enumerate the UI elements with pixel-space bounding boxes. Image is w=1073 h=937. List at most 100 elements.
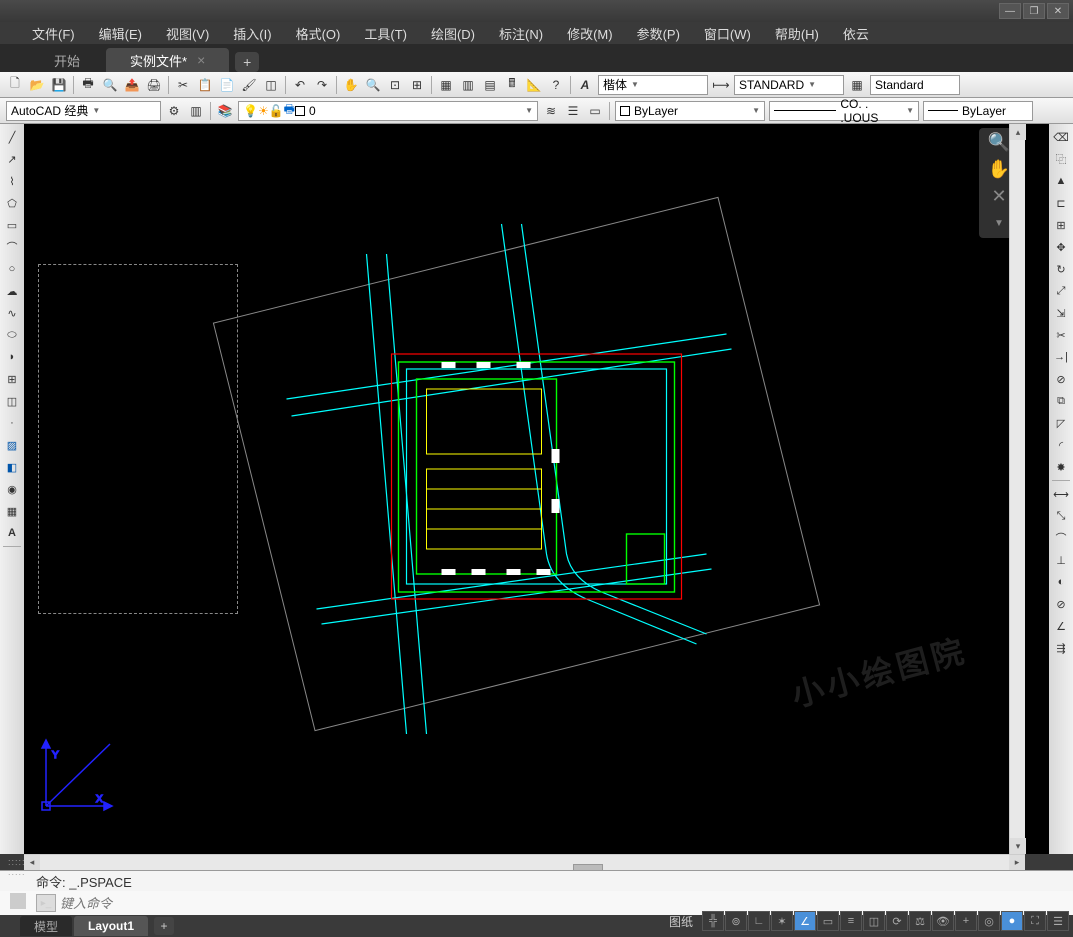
transparency-icon[interactable]: ◫ <box>863 911 885 931</box>
paper-space-label[interactable]: 图纸 <box>661 913 701 930</box>
copy-icon[interactable]: 📋 <box>195 75 215 95</box>
tab-start[interactable]: 开始 <box>30 48 104 72</box>
color-dropdown[interactable]: ByLayer ▼ <box>615 101 765 121</box>
menu-edit[interactable]: 编辑(E) <box>87 22 154 45</box>
array-icon[interactable]: ⊞ <box>1051 215 1071 235</box>
layer-manager-icon[interactable]: 📚 <box>215 101 235 121</box>
window-restore[interactable]: ❐ <box>1023 3 1045 19</box>
menu-file[interactable]: 文件(F) <box>20 22 87 45</box>
rotate-icon[interactable]: ↻ <box>1051 259 1071 279</box>
save-icon[interactable]: 💾 <box>49 75 69 95</box>
layer-prev-icon[interactable]: ≋ <box>541 101 561 121</box>
erase-icon[interactable]: ⌫ <box>1051 127 1071 147</box>
plot-icon[interactable]: 🖨 <box>144 75 164 95</box>
offset-icon[interactable]: ⊏ <box>1051 193 1071 213</box>
revcloud-icon[interactable]: ☁ <box>2 281 22 301</box>
layout1-tab[interactable]: Layout1 <box>74 916 148 936</box>
arc-icon[interactable]: ⌒ <box>2 237 22 257</box>
xline-icon[interactable]: ↗ <box>2 149 22 169</box>
gear-icon[interactable]: ⚙ <box>164 101 184 121</box>
menu-parametric[interactable]: 参数(P) <box>625 22 692 45</box>
polar-icon[interactable]: ✶ <box>771 911 793 931</box>
command-close-icon[interactable]: ✕ <box>10 893 26 909</box>
drawing-canvas[interactable]: 小小绘图院 Y X 🔍 ✋ ✕ ▼ ▴ ▾ <box>24 124 1049 854</box>
isolate-icon[interactable]: ◎ <box>978 911 1000 931</box>
ortho-icon[interactable]: ∟ <box>748 911 770 931</box>
stretch-icon[interactable]: ⇲ <box>1051 303 1071 323</box>
point-icon[interactable]: · <box>2 413 22 433</box>
block-icon[interactable]: ◫ <box>261 75 281 95</box>
dim-arc-icon[interactable]: ⌒ <box>1051 528 1071 548</box>
dim-quick-icon[interactable]: ⇶ <box>1051 638 1071 658</box>
gradient-icon[interactable]: ◧ <box>2 457 22 477</box>
tab-active-document[interactable]: 实例文件* × <box>106 48 229 72</box>
layer-state-icon[interactable]: ☰ <box>563 101 583 121</box>
polygon-icon[interactable]: ⬠ <box>2 193 22 213</box>
customize-icon[interactable]: ☰ <box>1047 911 1069 931</box>
osnap-icon[interactable]: ∠ <box>794 911 816 931</box>
dim-aligned-icon[interactable]: ⤡ <box>1051 506 1071 526</box>
layer-iso-icon[interactable]: ▭ <box>585 101 605 121</box>
dim-linear-icon[interactable]: ⟷ <box>1051 484 1071 504</box>
zoom-window-icon[interactable]: ⊡ <box>385 75 405 95</box>
window-close[interactable]: ✕ <box>1047 3 1069 19</box>
lineweight-dropdown[interactable]: ByLayer <box>923 101 1033 121</box>
linetype-dropdown[interactable]: CO. . .UOUS ▼ <box>769 101 919 121</box>
scale-icon[interactable]: ⤢ <box>1051 281 1071 301</box>
publish-icon[interactable]: 📤 <box>122 75 142 95</box>
markup-icon[interactable]: 📐 <box>524 75 544 95</box>
snap-toggle-icon[interactable]: ⊚ <box>725 911 747 931</box>
new-icon[interactable]: 🗋 <box>5 75 25 95</box>
text-style-icon[interactable]: A <box>575 75 595 95</box>
table-style-icon[interactable]: ▦ <box>847 75 867 95</box>
chamfer-icon[interactable]: ◸ <box>1051 413 1071 433</box>
menu-view[interactable]: 视图(V) <box>154 22 221 45</box>
scroll-right-icon[interactable]: ▸ <box>1009 855 1025 871</box>
dim-style-icon[interactable]: ⟼ <box>711 75 731 95</box>
menu-window[interactable]: 窗口(W) <box>692 22 763 45</box>
ellipse-arc-icon[interactable]: ◗ <box>2 347 22 367</box>
ellipse-icon[interactable]: ⬭ <box>2 325 22 345</box>
extend-icon[interactable]: →| <box>1051 347 1071 367</box>
menu-format[interactable]: 格式(O) <box>284 22 353 45</box>
clean-screen-icon[interactable]: ⛶ <box>1024 911 1046 931</box>
mtext-icon[interactable]: A <box>2 523 22 543</box>
spline-icon[interactable]: ∿ <box>2 303 22 323</box>
annot-scale-icon[interactable]: ⚖ <box>909 911 931 931</box>
dim-radius-icon[interactable]: ◐ <box>1051 572 1071 592</box>
pan-icon[interactable]: ✋ <box>341 75 361 95</box>
cycling-icon[interactable]: ⟳ <box>886 911 908 931</box>
dim-angular-icon[interactable]: ∠ <box>1051 616 1071 636</box>
scroll-left-icon[interactable]: ◂ <box>24 855 40 871</box>
lock-ui-icon[interactable]: + <box>955 911 977 931</box>
menu-draw[interactable]: 绘图(D) <box>419 22 487 45</box>
menu-insert[interactable]: 插入(I) <box>221 22 283 45</box>
tab-add-button[interactable]: + <box>235 52 259 72</box>
help-icon[interactable]: ? <box>546 75 566 95</box>
dim-dia-icon[interactable]: ⊘ <box>1051 594 1071 614</box>
block-make-icon[interactable]: ◫ <box>2 391 22 411</box>
redo-icon[interactable]: ↷ <box>312 75 332 95</box>
command-grip[interactable]: :::::::::: <box>8 857 26 877</box>
zoom-icon[interactable]: 🔍 <box>363 75 383 95</box>
rectangle-icon[interactable]: ▭ <box>2 215 22 235</box>
workspace-settings-icon[interactable]: ▥ <box>186 101 206 121</box>
paste-icon[interactable]: 📄 <box>217 75 237 95</box>
menu-modify[interactable]: 修改(M) <box>555 22 625 45</box>
region-icon[interactable]: ◉ <box>2 479 22 499</box>
tab-close-icon[interactable]: × <box>197 52 205 68</box>
pline-icon[interactable]: ⌇ <box>2 171 22 191</box>
hatch-icon[interactable]: ▨ <box>2 435 22 455</box>
menu-dimension[interactable]: 标注(N) <box>487 22 555 45</box>
scroll-down-icon[interactable]: ▾ <box>1010 838 1026 854</box>
tool-palette-icon[interactable]: ▤ <box>480 75 500 95</box>
move-icon[interactable]: ✥ <box>1051 237 1071 257</box>
layer-dropdown[interactable]: 💡 ☀ 🔓 🖶 0 ▼ <box>238 101 538 121</box>
vertical-scrollbar[interactable]: ▴ ▾ <box>1009 124 1025 854</box>
fillet-icon[interactable]: ◜ <box>1051 435 1071 455</box>
menu-yiyun[interactable]: 依云 <box>831 22 881 45</box>
model-tab[interactable]: 模型 <box>20 916 72 936</box>
table-icon[interactable]: ▦ <box>2 501 22 521</box>
menu-tools[interactable]: 工具(T) <box>352 22 419 45</box>
calc-icon[interactable]: 🖩 <box>502 75 522 95</box>
